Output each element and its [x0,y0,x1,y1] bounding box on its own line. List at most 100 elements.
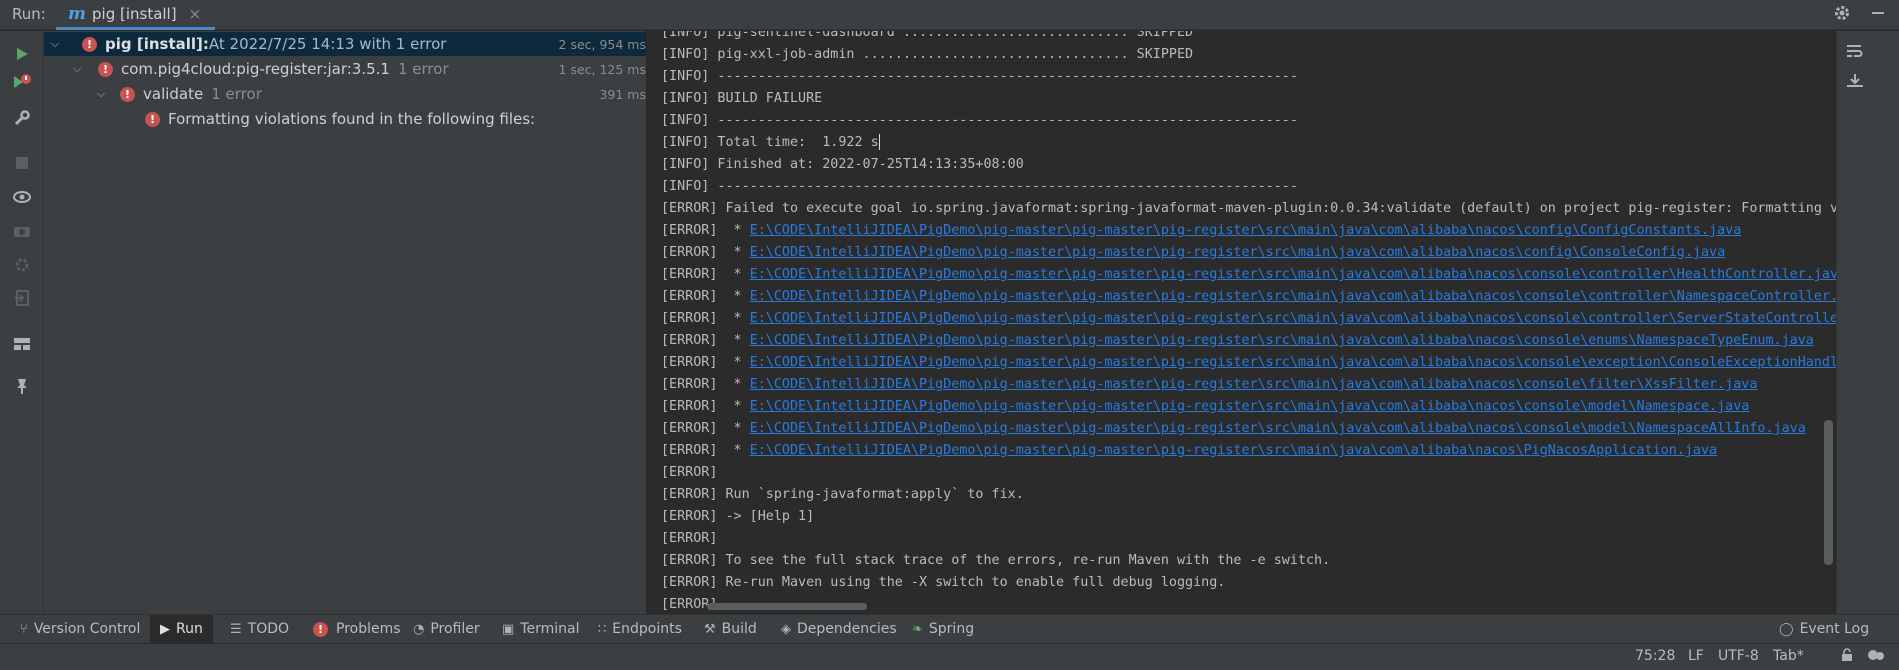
chevron-down-icon[interactable]: ⌵ [48,37,62,51]
indent-setting[interactable]: Tab* [1773,648,1804,664]
layout-icon[interactable] [11,333,33,355]
chevron-down-icon[interactable]: ⌵ [70,62,84,76]
wrench-icon[interactable] [11,107,33,129]
console-line: [INFO] ---------------------------------… [661,179,1298,194]
console-line: [ERROR] Re-run Maven using the -X switch… [661,575,1226,590]
rerun-icon[interactable] [11,43,33,65]
file-link[interactable]: E:\CODE\IntelliJIDEA\PigDemo\pig-master\… [750,377,1758,392]
file-link[interactable]: E:\CODE\IntelliJIDEA\PigDemo\pig-master\… [750,355,1836,370]
spring-leaf-icon: ❧ [912,621,923,637]
list-icon: ☰ [230,621,242,637]
login-icon[interactable] [11,287,33,309]
horizontal-scrollbar[interactable] [707,603,867,610]
tab-todo[interactable]: ☰ TODO [230,615,289,643]
rerun-failed-icon[interactable] [11,71,33,93]
layers-icon: ◈ [781,621,791,637]
root-time: 2 sec, 954 ms [558,36,646,52]
stop-icon[interactable] [11,152,33,174]
gear-icon[interactable] [1833,4,1851,27]
inspector-icon[interactable] [1867,648,1885,666]
close-tab-icon[interactable]: × [189,5,202,23]
maven-icon: m [68,3,86,24]
tree-row-root[interactable]: ⌵ ! pig [install]: At 2022/7/25 14:13 wi… [44,32,646,56]
hammer-icon: ⚒ [704,621,716,637]
file-link[interactable]: E:\CODE\IntelliJIDEA\PigDemo\pig-master\… [750,245,1725,260]
scroll-to-end-icon[interactable] [1844,73,1866,95]
console-line: [INFO] Finished at: 2022-07-25T14:13:35+… [661,157,1024,172]
play-icon: ▶ [160,621,170,637]
eye-icon[interactable] [11,186,33,208]
text-caret [878,134,880,150]
message-text: Formatting violations found in the follo… [168,110,536,128]
camera-icon[interactable] [11,220,33,242]
tab-endpoints[interactable]: ∷ Endpoints [598,615,682,643]
tab-label: pig [install] [92,4,177,23]
error-file-line: [ERROR] * E:\CODE\IntelliJIDEA\PigDemo\p… [661,377,1758,392]
tab-build[interactable]: ⚒ Build [704,615,757,643]
console-line: [ERROR] Run `spring-javaformat:apply` to… [661,487,1024,502]
tree-row-goal[interactable]: ⌵ ! validate 1 error 391 ms [44,82,646,106]
endpoints-icon: ∷ [598,621,607,637]
soft-wrap-icon[interactable] [1844,43,1866,65]
error-file-line: [ERROR] * E:\CODE\IntelliJIDEA\PigDemo\p… [661,308,1836,330]
console-output[interactable]: [INFO] pig-sentinel-dashboard ..........… [647,31,1836,614]
line-separator[interactable]: LF [1688,648,1704,664]
chevron-down-icon[interactable]: ⌵ [94,87,108,101]
cursor-position[interactable]: 75:28 [1635,648,1675,664]
file-link[interactable]: E:\CODE\IntelliJIDEA\PigDemo\pig-master\… [750,421,1806,436]
tab-run[interactable]: ▶ Run [150,615,213,643]
tab-version-control[interactable]: ⑂ Version Control [20,615,140,643]
error-file-line: [ERROR] * E:\CODE\IntelliJIDEA\PigDemo\p… [661,333,1814,348]
console-line: [INFO] Total time: 1.922 s [661,132,880,154]
file-link[interactable]: E:\CODE\IntelliJIDEA\PigDemo\pig-master\… [750,333,1814,348]
tab-profiler[interactable]: ◔ Profiler [413,615,480,643]
file-link[interactable]: E:\CODE\IntelliJIDEA\PigDemo\pig-master\… [750,399,1750,414]
file-link[interactable]: E:\CODE\IntelliJIDEA\PigDemo\pig-master\… [750,223,1742,238]
total-time-text: [INFO] Total time: 1.922 s [661,135,879,150]
terminal-icon: ▣ [502,621,515,637]
module-name: com.pig4cloud:pig-register:jar:3.5.1 [121,60,390,78]
tree-row-module[interactable]: ⌵ ! com.pig4cloud:pig-register:jar:3.5.1… [44,57,646,81]
console-line: [INFO] pig-sentinel-dashboard ..........… [661,31,1194,40]
tab-pig-install[interactable]: m pig [install] × [56,0,216,30]
console-line: [INFO] pig-xxl-job-admin ...............… [661,47,1194,62]
run-label: Run: [12,5,46,23]
error-file-line: [ERROR] * E:\CODE\IntelliJIDEA\PigDemo\p… [661,223,1742,238]
error-file-line: [ERROR] * E:\CODE\IntelliJIDEA\PigDemo\p… [661,264,1836,286]
console-line: [ERROR] [661,465,726,480]
minimize-icon[interactable] [1869,4,1887,27]
file-link[interactable]: E:\CODE\IntelliJIDEA\PigDemo\pig-master\… [750,443,1717,458]
profiler-icon: ◔ [413,621,425,637]
tab-dependencies[interactable]: ◈ Dependencies [781,615,897,643]
console-line: [INFO] ---------------------------------… [661,113,1298,128]
file-link[interactable]: E:\CODE\IntelliJIDEA\PigDemo\pig-master\… [750,267,1836,282]
file-link[interactable]: E:\CODE\IntelliJIDEA\PigDemo\pig-master\… [750,311,1836,326]
root-name: pig [install]: [105,35,209,53]
error-file-line: [ERROR] * E:\CODE\IntelliJIDEA\PigDemo\p… [661,421,1806,436]
error-icon: ! [98,61,113,77]
goal-name: validate [143,85,204,103]
file-link[interactable]: E:\CODE\IntelliJIDEA\PigDemo\pig-master\… [750,289,1836,304]
run-tool-window-header: Run: m pig [install] × [0,0,1899,30]
error-file-line: [ERROR] * E:\CODE\IntelliJIDEA\PigDemo\p… [661,286,1836,308]
console-line: [INFO] BUILD FAILURE [661,91,823,106]
file-encoding[interactable]: UTF-8 [1718,648,1759,664]
tab-terminal[interactable]: ▣ Terminal [502,615,579,643]
build-tree: ⌵ ! pig [install]: At 2022/7/25 14:13 wi… [44,31,647,614]
vertical-scrollbar[interactable] [1824,420,1833,565]
tab-problems[interactable]: ! Problems [313,615,401,643]
tab-spring[interactable]: ❧ Spring [912,615,974,643]
error-icon: ! [313,621,328,637]
run-toolbar [0,31,44,614]
tree-row-message[interactable]: ! Formatting violations found in the fol… [44,107,646,131]
console-line: [ERROR] To see the full stack trace of t… [661,553,1331,568]
lock-icon[interactable] [1840,648,1854,666]
error-file-line: [ERROR] * E:\CODE\IntelliJIDEA\PigDemo\p… [661,352,1836,374]
tab-event-log[interactable]: ◯ Event Log [1779,615,1869,643]
goal-detail: 1 error [211,85,262,103]
error-icon: ! [120,86,135,102]
pin-icon[interactable] [11,375,33,397]
settings-gear-icon[interactable] [11,254,33,276]
console-line: [ERROR] -> [Help 1] [661,509,815,524]
root-detail: At 2022/7/25 14:13 with 1 error [208,35,447,53]
